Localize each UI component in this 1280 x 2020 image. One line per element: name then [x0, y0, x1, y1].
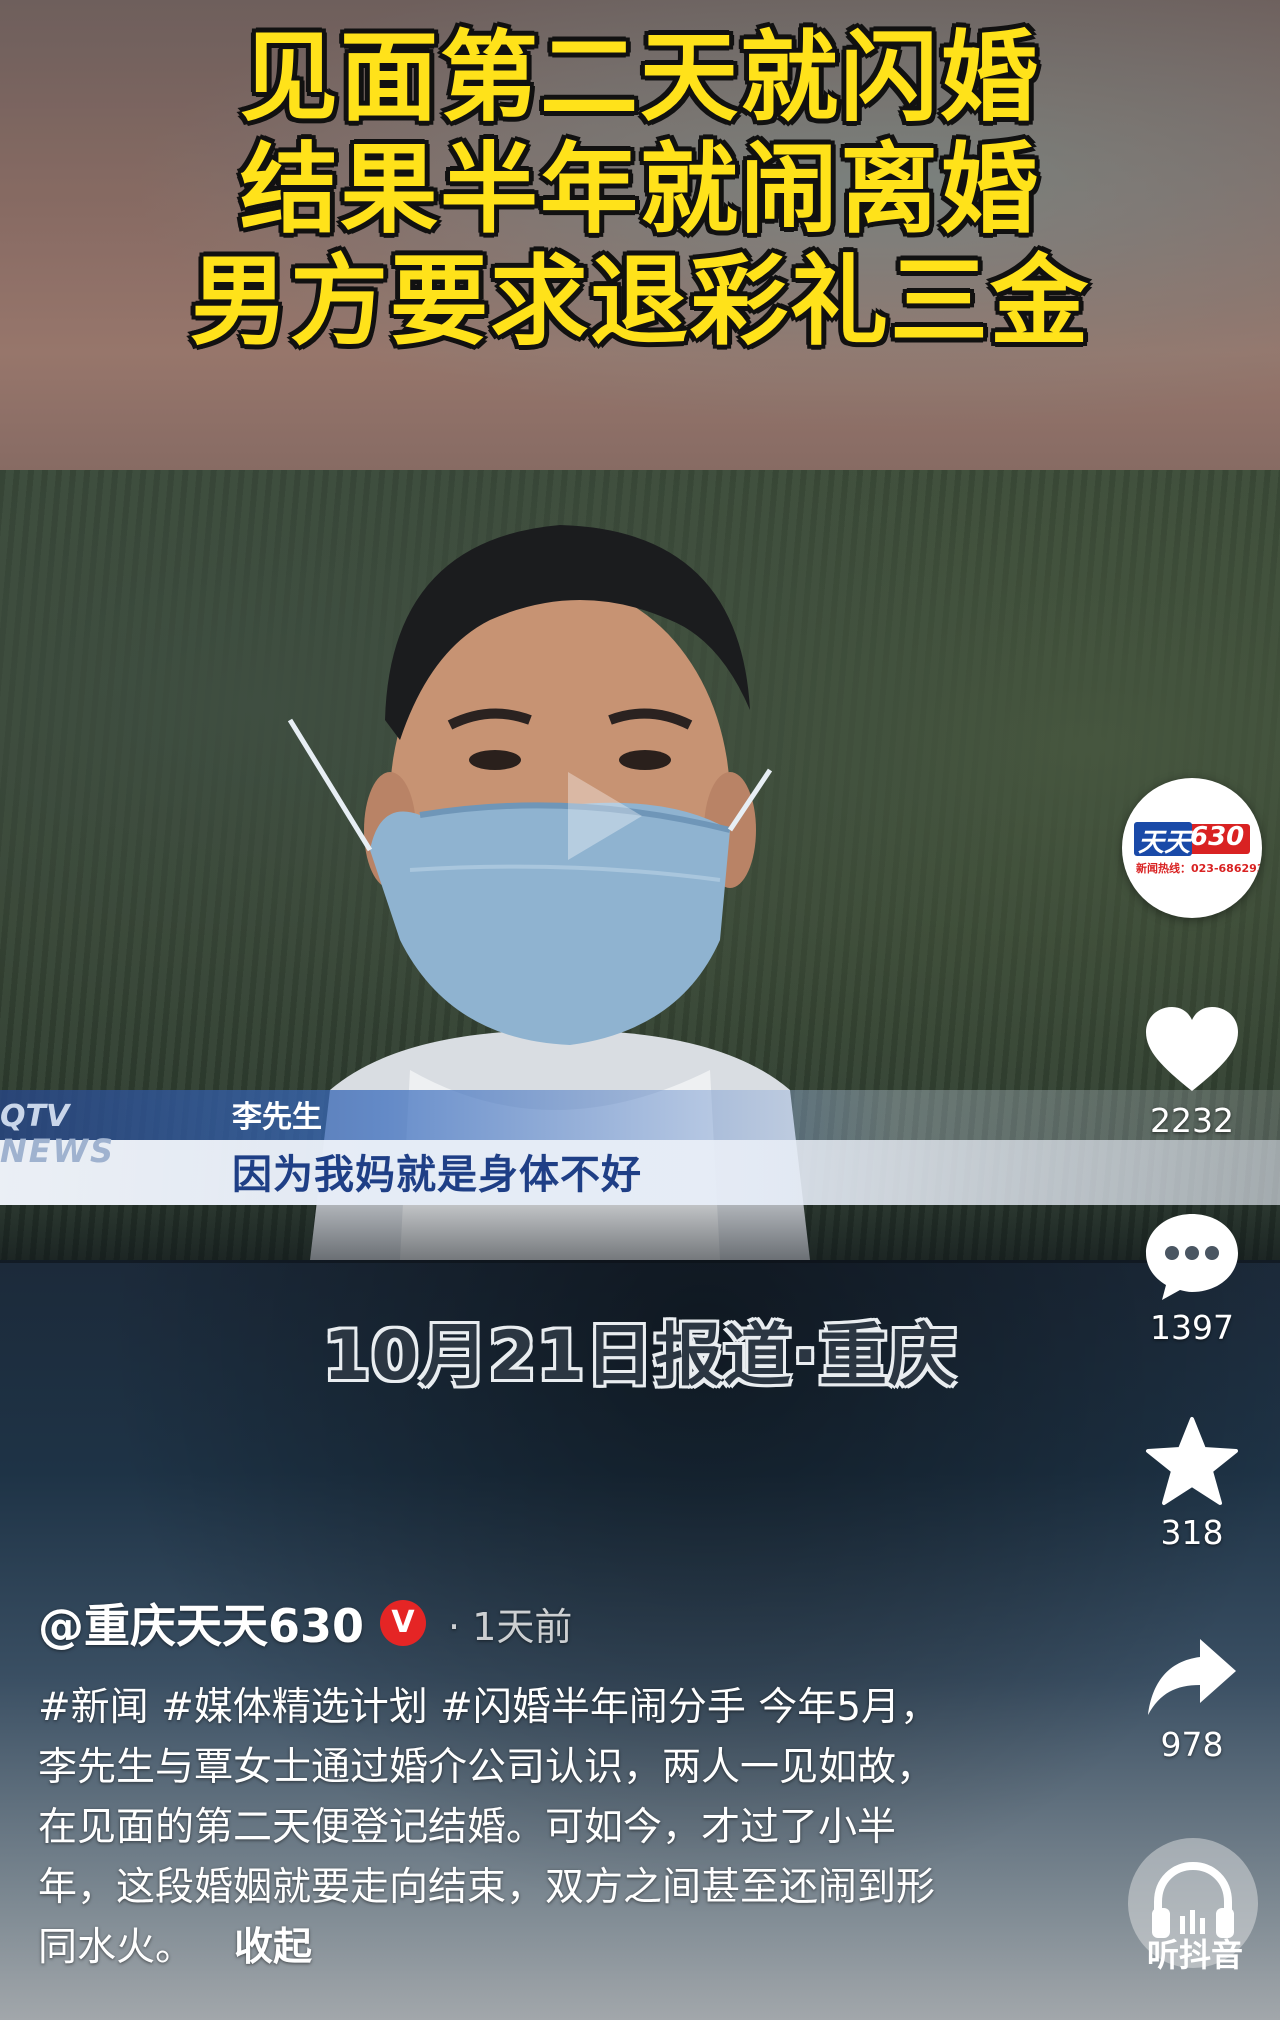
headline-overlay: 见面第二天就闪婚 结果半年就闹离婚 男方要求退彩礼三金 — [0, 22, 1280, 358]
play-icon[interactable] — [568, 772, 642, 860]
listen-label: 听抖音 — [1146, 1936, 1243, 1974]
collapse-button[interactable]: 收起 — [234, 1925, 312, 1970]
post-description-text: #新闻 #媒体精选计划 #闪婚半年闹分手 今年5月，李先生与覃女士通过婚介公司认… — [38, 1685, 940, 1970]
share-count: 978 — [1160, 1725, 1224, 1764]
post-time: · 1天前 — [448, 1604, 573, 1649]
lower-third-shadow — [0, 1205, 1280, 1263]
channel-logo-line-1: QTV — [0, 1099, 70, 1134]
favorite-button[interactable]: 318 — [1122, 1415, 1262, 1552]
heart-icon — [1146, 1007, 1238, 1091]
author-handle[interactable]: @重庆天天630 — [38, 1590, 364, 1656]
author-avatar[interactable]: 天天 630 新闻热线：023-68629315 — [1122, 778, 1262, 918]
video-player[interactable]: 见面第二天就闪婚 结果半年就闹离婚 男方要求退彩礼三金 QTV NEWS 李先生… — [0, 0, 1280, 2020]
share-button[interactable]: 978 — [1122, 1635, 1262, 1764]
headline-line-2: 结果半年就闹离婚 — [239, 133, 1040, 247]
favorite-count: 318 — [1160, 1513, 1224, 1552]
star-icon — [1146, 1417, 1238, 1505]
comment-icon — [1146, 1214, 1238, 1300]
verified-badge-icon: V — [380, 1600, 427, 1646]
share-icon — [1148, 1639, 1236, 1715]
avatar-logo-number: 630 — [1190, 822, 1245, 852]
author-row: @重庆天天630 V · 1天前 — [38, 1590, 572, 1656]
headline-line-3: 男方要求退彩礼三金 — [189, 245, 1090, 359]
channel-logo-line-2: NEWS — [0, 1132, 115, 1170]
speaker-subtitle: 因为我妈就是身体不好 — [232, 1152, 642, 1198]
post-description: #新闻 #媒体精选计划 #闪婚半年闹分手 今年5月，李先生与覃女士通过婚介公司认… — [38, 1678, 968, 1978]
headline-line-1: 见面第二天就闪婚 — [239, 21, 1040, 135]
avatar-hotline: 新闻热线：023-68629315 — [1136, 862, 1262, 875]
channel-logo: QTV NEWS — [0, 1100, 160, 1180]
comment-count: 1397 — [1150, 1308, 1234, 1347]
speaker-name: 李先生 — [232, 1100, 322, 1135]
like-button[interactable]: 2232 — [1122, 1005, 1262, 1140]
like-count: 2232 — [1150, 1101, 1234, 1140]
report-date-caption: 10月21日报道·重庆 — [322, 1317, 958, 1396]
avatar-logo-text: 天天 — [1138, 828, 1191, 858]
comment-button[interactable]: 1397 — [1122, 1210, 1262, 1347]
